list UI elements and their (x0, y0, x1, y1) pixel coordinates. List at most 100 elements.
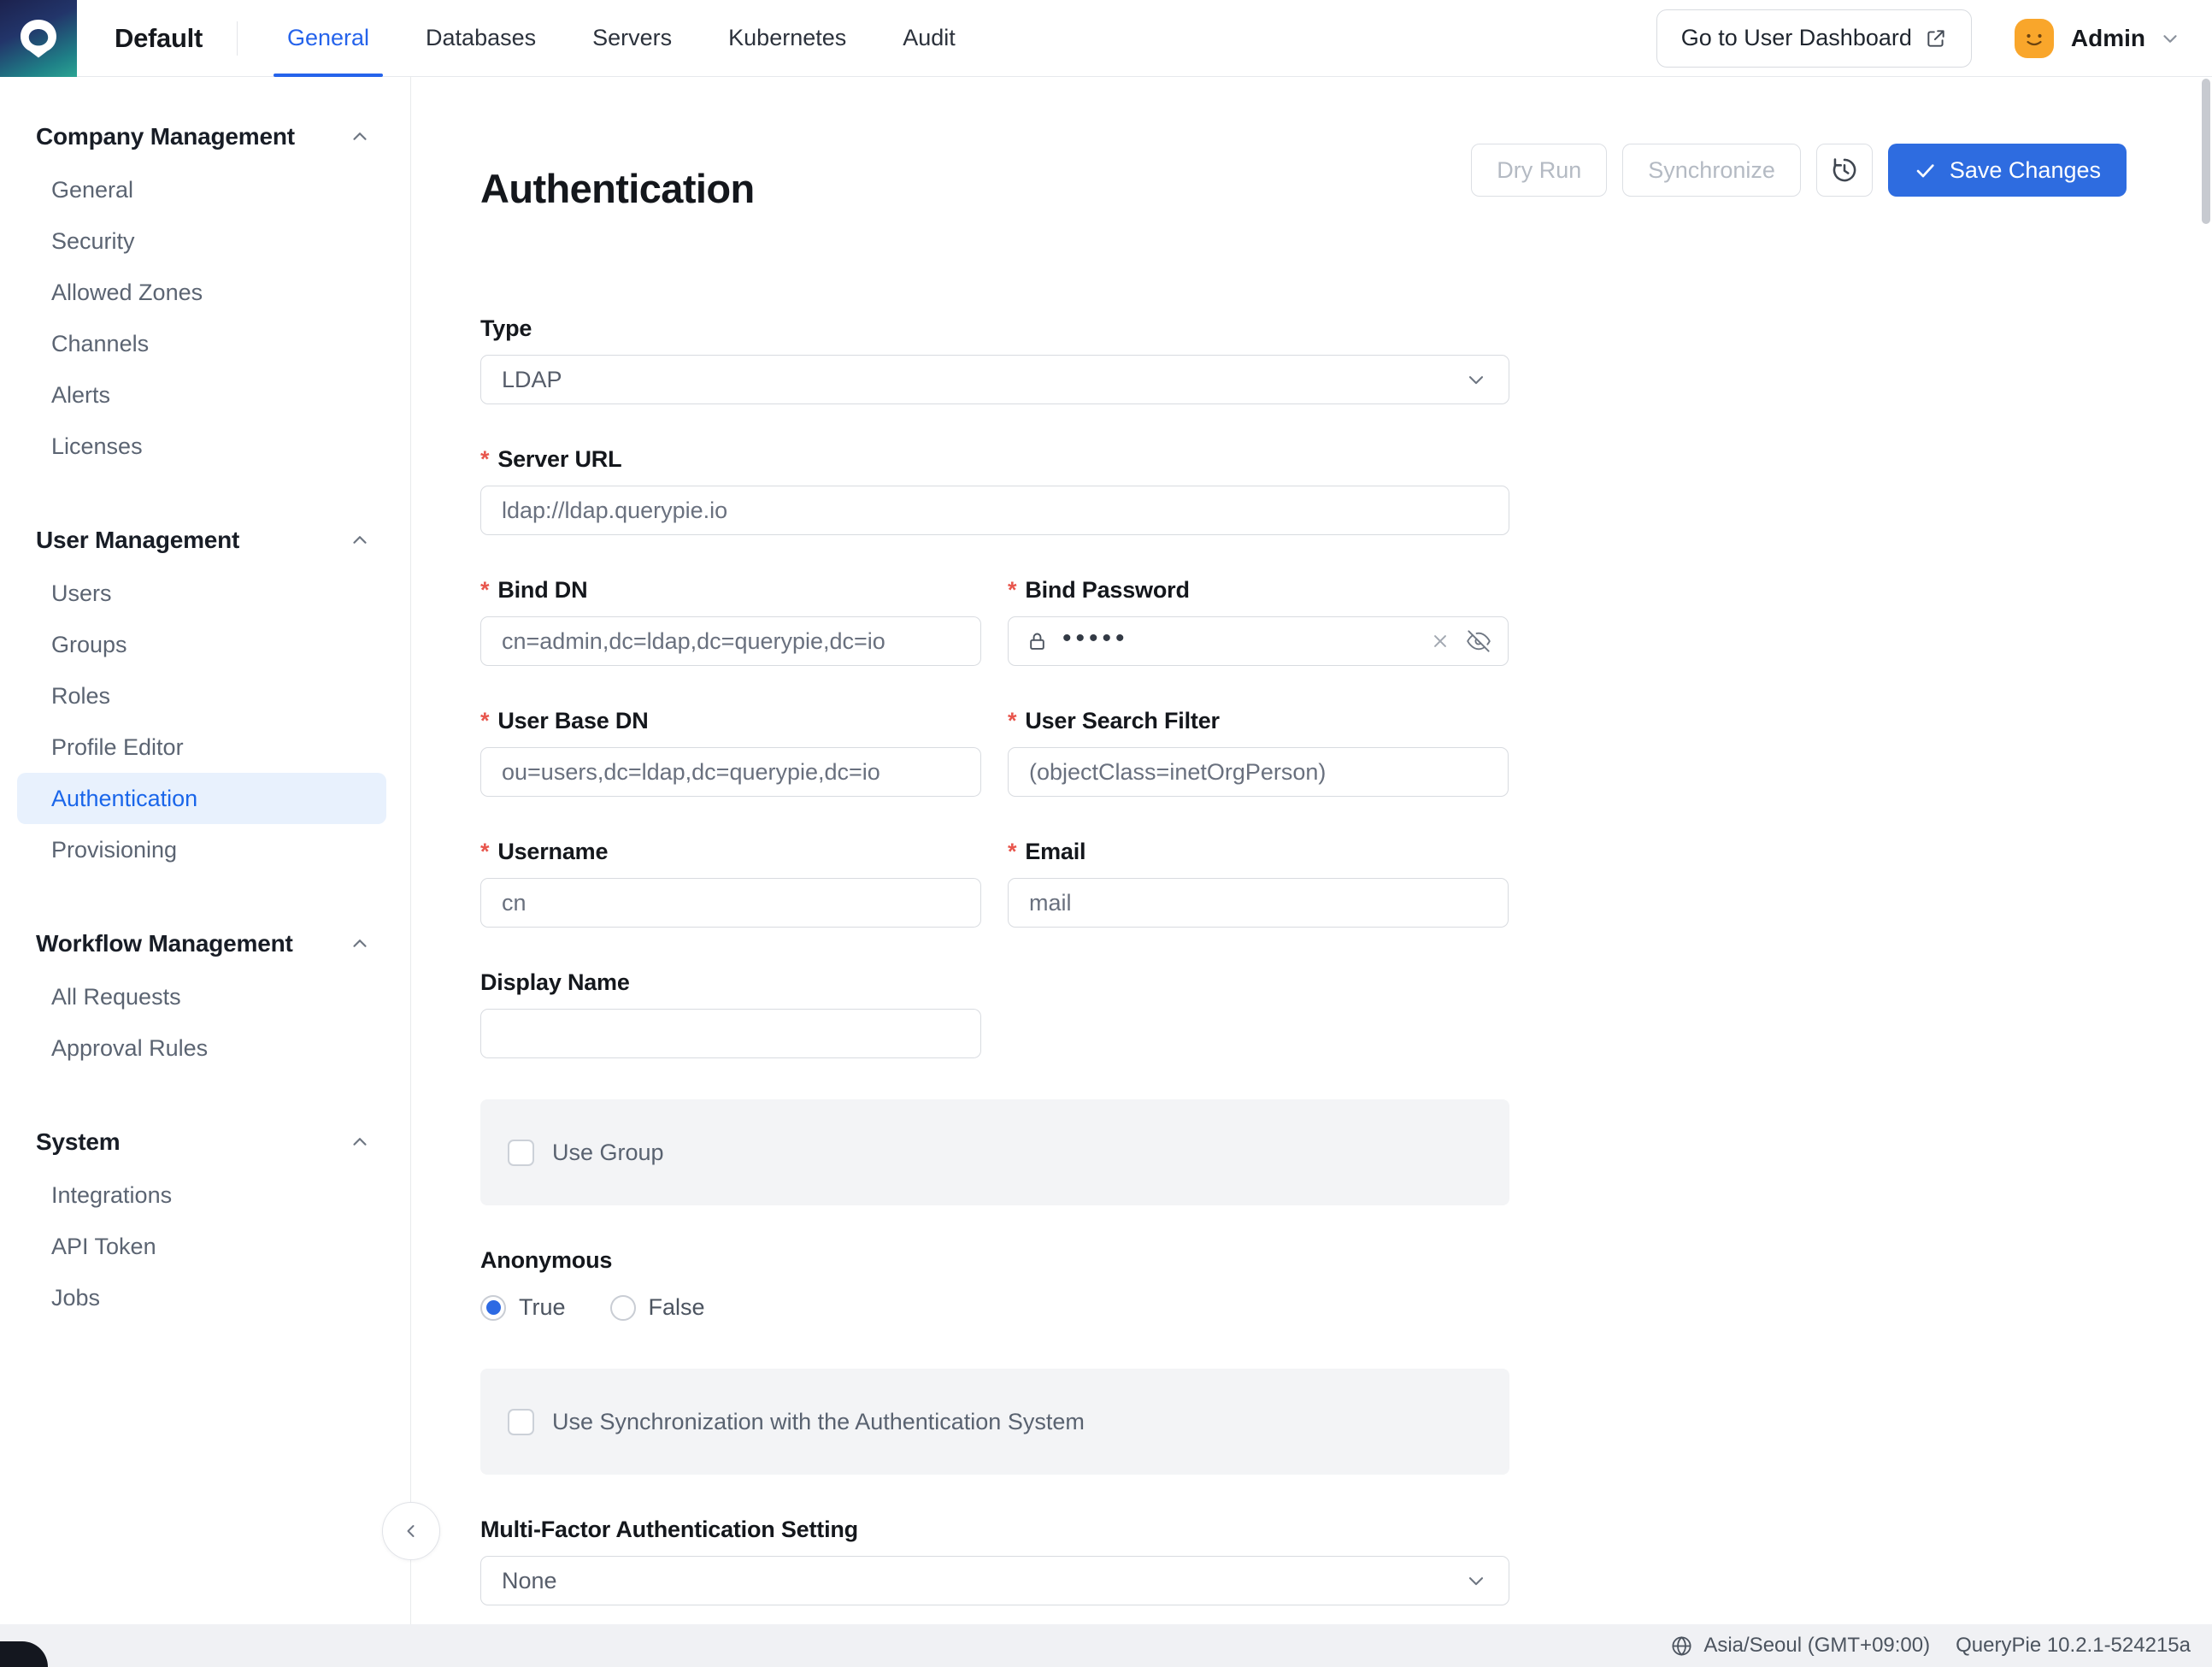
chevron-up-icon (349, 1131, 371, 1153)
user-base-dn-input[interactable] (480, 747, 981, 797)
dashboard-button-label: Go to User Dashboard (1681, 25, 1912, 51)
sidebar-collapse-button[interactable] (382, 1502, 440, 1560)
sidebar-section-company-management: Company Management General Security Allo… (0, 109, 410, 472)
querypie-logo[interactable] (0, 0, 77, 77)
mfa-field: Multi-Factor Authentication Setting None (480, 1516, 1509, 1605)
user-search-filter-input[interactable] (1008, 747, 1509, 797)
save-changes-label: Save Changes (1950, 157, 2101, 184)
chevron-up-icon (349, 529, 371, 551)
section-title: System (36, 1128, 120, 1156)
anonymous-true-radio[interactable] (480, 1295, 506, 1321)
sidebar-section-user-management: User Management Users Groups Roles Profi… (0, 513, 410, 875)
sidebar-item-allowed-zones[interactable]: Allowed Zones (17, 267, 386, 318)
querypie-logo-icon (15, 15, 62, 62)
display-name-input[interactable] (480, 1009, 981, 1058)
sidebar-item-groups[interactable]: Groups (17, 619, 386, 670)
sidebar-item-jobs[interactable]: Jobs (17, 1272, 386, 1323)
tab-databases[interactable]: Databases (412, 0, 550, 77)
external-link-icon (1925, 27, 1947, 50)
sidebar: Company Management General Security Allo… (0, 77, 411, 1624)
username-input[interactable] (480, 878, 981, 928)
synchronize-button[interactable]: Synchronize (1622, 144, 1801, 197)
email-field: Email (1008, 838, 1509, 928)
bind-dn-label: Bind DN (480, 576, 981, 604)
tab-general[interactable]: General (274, 0, 383, 77)
tab-audit[interactable]: Audit (889, 0, 969, 77)
user-name: Admin (2071, 25, 2145, 52)
bind-dn-input[interactable] (480, 616, 981, 666)
bind-password-field: Bind Password ••••• (1008, 576, 1509, 666)
workspace-name: Default (115, 23, 203, 54)
mfa-select[interactable]: None (480, 1556, 1509, 1605)
user-search-filter-field: User Search Filter (1008, 707, 1509, 797)
anonymous-field: Anonymous True False (480, 1246, 1509, 1321)
sidebar-item-alerts[interactable]: Alerts (17, 369, 386, 421)
server-url-input[interactable] (480, 486, 1509, 535)
email-input[interactable] (1008, 878, 1509, 928)
use-sync-label: Use Synchronization with the Authenticat… (552, 1409, 1085, 1435)
email-label: Email (1008, 838, 1509, 865)
sidebar-item-api-token[interactable]: API Token (17, 1221, 386, 1272)
server-url-label: Server URL (480, 445, 1509, 473)
sidebar-section-system: System Integrations API Token Jobs (0, 1115, 410, 1323)
navbar-tabs: General Databases Servers Kubernetes Aud… (274, 0, 998, 77)
anonymous-radio-group: True False (480, 1294, 1509, 1321)
save-changes-button[interactable]: Save Changes (1888, 144, 2127, 197)
mfa-select-value: None (502, 1568, 557, 1594)
section-header-workflow-management[interactable]: Workflow Management (0, 916, 410, 971)
section-header-company-management[interactable]: Company Management (0, 109, 410, 164)
version-text: QueryPie 10.2.1-524215a (1956, 1634, 2191, 1658)
main-content: Authentication Dry Run Synchronize Save … (411, 77, 2212, 1624)
sidebar-item-integrations[interactable]: Integrations (17, 1169, 386, 1221)
authentication-form: Type LDAP Server URL Bind DN Bin (480, 315, 1509, 1605)
sidebar-item-roles[interactable]: Roles (17, 670, 386, 722)
sidebar-item-channels[interactable]: Channels (17, 318, 386, 369)
bind-password-input[interactable]: ••••• (1008, 616, 1509, 666)
display-name-field: Display Name (480, 969, 1509, 1058)
user-base-dn-field: User Base DN (480, 707, 981, 797)
use-sync-checkbox[interactable] (508, 1409, 534, 1435)
history-button[interactable] (1816, 144, 1873, 197)
use-group-checkbox[interactable] (508, 1140, 534, 1166)
chevron-down-icon (2159, 27, 2181, 50)
use-group-panel: Use Group (480, 1099, 1509, 1205)
globe-icon (1670, 1635, 1693, 1658)
chevron-up-icon (349, 933, 371, 955)
sidebar-item-general[interactable]: General (17, 164, 386, 215)
history-icon (1830, 156, 1859, 185)
server-url-field: Server URL (480, 445, 1509, 535)
sidebar-item-approval-rules[interactable]: Approval Rules (17, 1022, 386, 1074)
anonymous-false-radio[interactable] (610, 1295, 636, 1321)
top-navbar: Default General Databases Servers Kubern… (0, 0, 2212, 77)
user-search-filter-label: User Search Filter (1008, 707, 1509, 734)
type-select[interactable]: LDAP (480, 355, 1509, 404)
sidebar-item-authentication[interactable]: Authentication (17, 773, 386, 824)
user-menu[interactable]: Admin (2015, 19, 2181, 58)
bind-password-label: Bind Password (1008, 576, 1509, 604)
eye-off-icon[interactable] (1467, 629, 1491, 653)
section-title: Workflow Management (36, 930, 293, 957)
type-select-value: LDAP (502, 367, 562, 393)
scrollbar-thumb[interactable] (2202, 79, 2210, 224)
tab-servers[interactable]: Servers (579, 0, 685, 77)
section-header-system[interactable]: System (0, 1115, 410, 1169)
timezone: Asia/Seoul (GMT+09:00) (1670, 1634, 1930, 1658)
go-to-user-dashboard-button[interactable]: Go to User Dashboard (1656, 9, 1972, 68)
sidebar-item-provisioning[interactable]: Provisioning (17, 824, 386, 875)
tab-kubernetes[interactable]: Kubernetes (715, 0, 860, 77)
chevron-left-icon (401, 1521, 421, 1541)
sidebar-item-licenses[interactable]: Licenses (17, 421, 386, 472)
sidebar-item-users[interactable]: Users (17, 568, 386, 619)
sidebar-item-security[interactable]: Security (17, 215, 386, 267)
mfa-label: Multi-Factor Authentication Setting (480, 1516, 1509, 1543)
chevron-down-icon (1464, 368, 1488, 392)
sidebar-item-all-requests[interactable]: All Requests (17, 971, 386, 1022)
username-email-row: Username Email (480, 838, 1509, 969)
section-header-user-management[interactable]: User Management (0, 513, 410, 568)
chevron-down-icon (1464, 1569, 1488, 1593)
display-name-label: Display Name (480, 969, 1509, 996)
dry-run-button[interactable]: Dry Run (1471, 144, 1607, 197)
avatar (2015, 19, 2054, 58)
clear-icon[interactable] (1429, 630, 1451, 652)
sidebar-item-profile-editor[interactable]: Profile Editor (17, 722, 386, 773)
